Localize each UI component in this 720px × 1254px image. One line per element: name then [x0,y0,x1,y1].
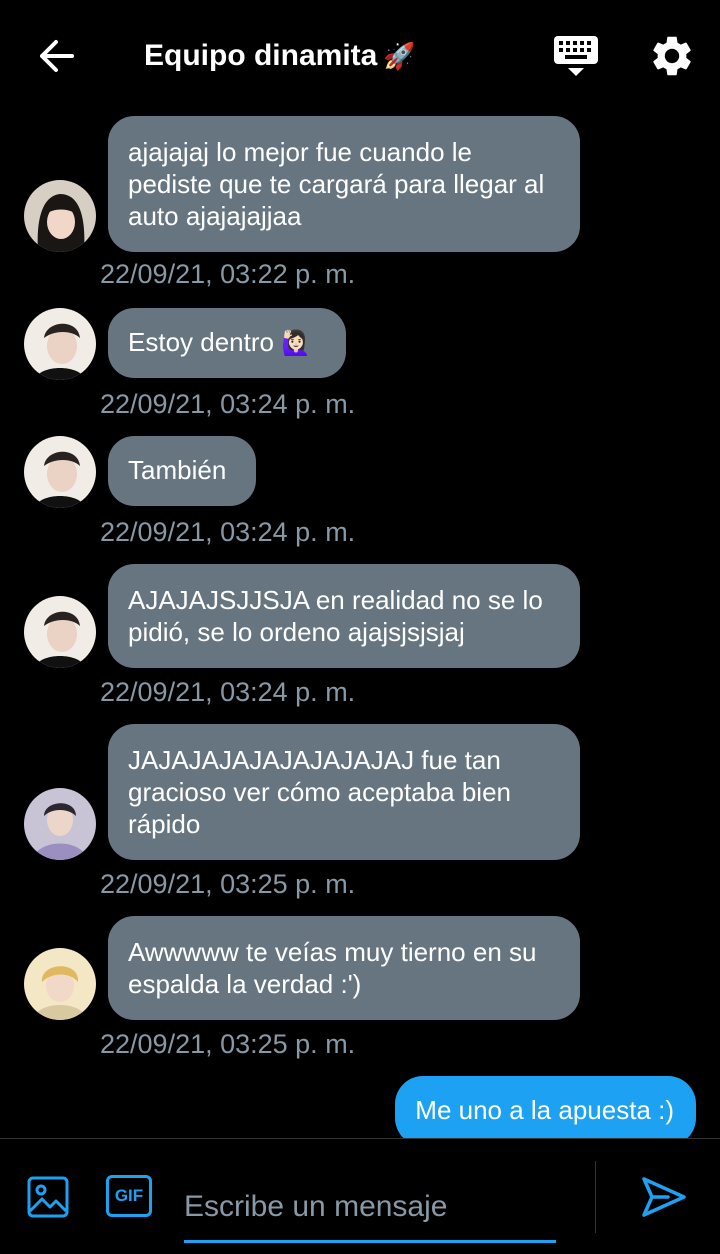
gif-label: GIF [114,1186,144,1205]
message-bubble[interactable]: Awwwww te veías muy tierno en su espalda… [108,916,580,1020]
image-icon [27,1176,69,1218]
message-timestamp: 22/09/21, 03:24 p. m. [100,677,356,707]
message-text: AJAJAJSJJSJA en realidad no se lo pidió,… [128,585,543,647]
avatar[interactable] [24,948,96,1020]
message-timestamp: 22/09/21, 03:24 p. m. [100,517,356,547]
keyboard-icon [554,36,598,76]
avatar[interactable] [24,788,96,860]
message-bubble[interactable]: AJAJAJSJJSJA en realidad no se lo pidió,… [108,564,580,668]
message-text: ajajajaj lo mejor fue cuando le pediste … [128,137,545,231]
message-list[interactable]: ajajajaj lo mejor fue cuando le pediste … [0,112,720,1138]
settings-button[interactable] [648,32,696,80]
avatar[interactable] [24,596,96,668]
message-timestamp: 22/09/21, 03:25 p. m. [100,869,356,899]
gear-icon [653,36,691,76]
chat-header: Equipo dinamita 🚀 [0,0,720,112]
send-icon [642,1177,686,1217]
message-text: JAJAJAJAJAJAJAJAJAJ fue tan gracioso ver… [128,745,512,839]
avatar[interactable] [24,180,96,252]
own-message-bubble[interactable]: Me uno a la apuesta :) [395,1076,696,1138]
message-timestamp: 22/09/21, 03:22 p. m. [100,259,356,289]
rocket-emoji: 🚀 [383,42,416,72]
message-text: Estoy dentro [128,327,274,357]
avatar[interactable] [24,436,96,508]
message-bubble[interactable]: JAJAJAJAJAJAJAJAJAJ fue tan gracioso ver… [108,724,580,860]
send-button[interactable] [640,1175,688,1219]
gif-button[interactable]: GIF [106,1175,152,1217]
message-bubble[interactable]: ajajajaj lo mejor fue cuando le pediste … [108,116,580,252]
back-button[interactable] [28,30,84,82]
message-bubble[interactable]: También [108,436,256,506]
image-button[interactable] [26,1175,70,1219]
keyboard-button[interactable] [552,34,600,80]
message-text: Awwwww te veías muy tierno en su espalda… [128,937,537,999]
own-message-text: Me uno a la apuesta :) [415,1095,674,1125]
arrow-left-icon [40,40,74,72]
message-timestamp: 22/09/21, 03:24 p. m. [100,389,356,419]
raising-hand-emoji: 🙋🏻‍♀️ [281,329,312,357]
message-bubble[interactable]: Estoy dentro 🙋🏻‍♀️ [108,308,346,378]
message-composer: GIF [0,1138,720,1254]
chat-title-text: Equipo dinamita [144,39,378,72]
message-input[interactable] [184,1173,556,1243]
message-text: También [128,455,227,485]
message-timestamp: 22/09/21, 03:25 p. m. [100,1029,356,1059]
avatar[interactable] [24,308,96,380]
chat-screen: Equipo dinamita 🚀 ajajajaj lo mejor fue … [0,0,720,1254]
chat-title: Equipo dinamita 🚀 [144,36,416,76]
composer-divider [595,1161,596,1233]
